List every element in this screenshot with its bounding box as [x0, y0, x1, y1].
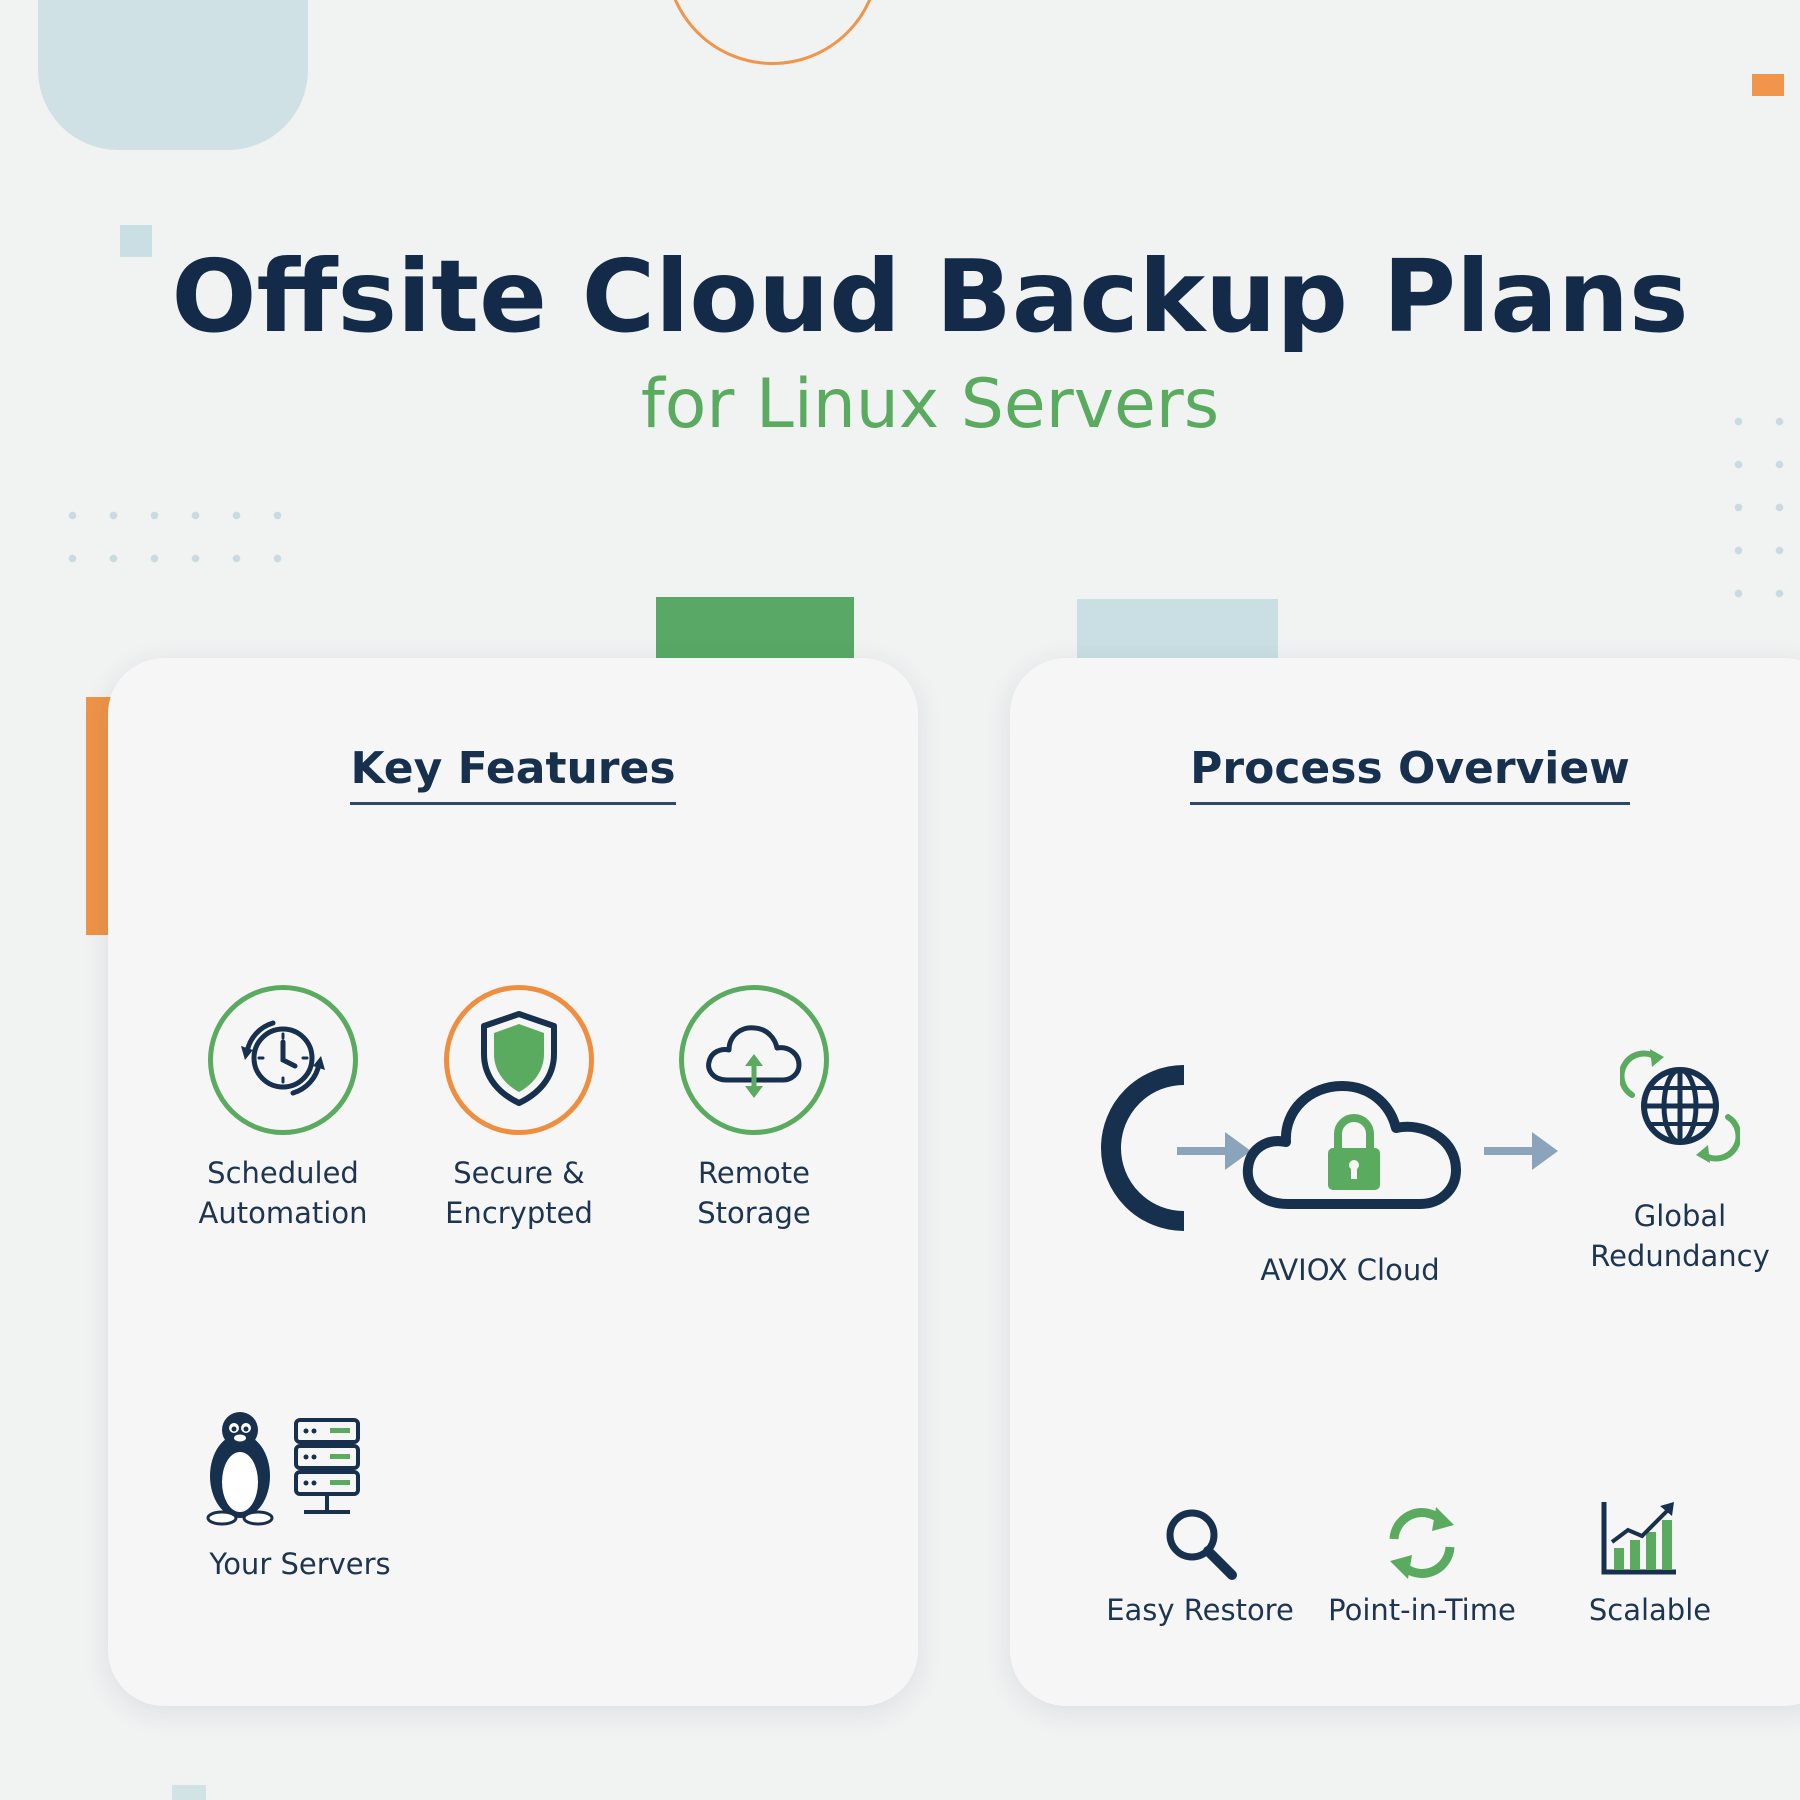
cloud-label: AVIOX Cloud [1260, 1253, 1440, 1287]
linux-server-icon [200, 1408, 400, 1528]
decorative-square [1752, 74, 1784, 96]
feature-label: Scheduled Automation [173, 1153, 393, 1233]
feature-label-line: Remote [698, 1156, 810, 1190]
key-features-heading: Key Features [350, 743, 676, 805]
decorative-blob [38, 0, 308, 150]
page-title: Offsite Cloud Backup Plans [171, 238, 1689, 355]
feature-secure-encrypted: Secure & Encrypted [409, 985, 629, 1233]
redundancy-label: Global Redundancy [1555, 1196, 1800, 1276]
card-tab-accent [1077, 599, 1278, 661]
cloud-lock-icon [1238, 1058, 1468, 1228]
process-heading-wrap: Process Overview [1010, 743, 1800, 805]
redundancy-label-line: Global [1633, 1199, 1727, 1233]
feature-label-line: Secure & [453, 1156, 585, 1190]
globe-sync-icon [1618, 1043, 1742, 1173]
magnifier-icon [1160, 1503, 1240, 1583]
benefit-label: Point-in-Time [1328, 1593, 1516, 1627]
feature-ring [679, 985, 829, 1135]
cloud-transfer-icon [699, 1008, 809, 1112]
process-overview-card: Process Overview AVIOX Cloud Global Redu… [1010, 658, 1800, 1706]
decorative-ring [665, 0, 880, 65]
process-overview-heading: Process Overview [1190, 743, 1630, 805]
page-subtitle: for Linux Servers [640, 365, 1220, 444]
feature-label-line: Scheduled [207, 1156, 359, 1190]
feature-label: Remote Storage [644, 1153, 864, 1233]
feature-scheduled-automation: Scheduled Automation [173, 985, 393, 1233]
feature-label-line: Automation [198, 1196, 368, 1230]
feature-label-line: Storage [697, 1196, 811, 1230]
feature-ring [208, 985, 358, 1135]
refresh-icon [1380, 1501, 1464, 1585]
feature-remote-storage: Remote Storage [644, 985, 864, 1233]
benefit-label: Scalable [1588, 1593, 1712, 1627]
feature-label: Secure & Encrypted [409, 1153, 629, 1233]
bar-chart-icon [1600, 1498, 1680, 1578]
feature-ring [444, 985, 594, 1135]
key-features-card: Key Features Scheduled Automation Secure… [108, 658, 918, 1706]
clock-sync-icon [233, 1008, 333, 1112]
decorative-dot-grid [52, 494, 282, 594]
card-tab-accent [656, 597, 854, 661]
benefit-label: Easy Restore [1106, 1593, 1294, 1627]
servers-label: Your Servers [209, 1547, 391, 1581]
decorative-square [172, 1785, 206, 1800]
redundancy-label-line: Redundancy [1590, 1239, 1770, 1273]
feature-label-line: Encrypted [445, 1196, 593, 1230]
shield-icon [474, 1008, 564, 1112]
key-features-heading-wrap: Key Features [108, 743, 918, 805]
arrow-right-icon [1482, 1126, 1562, 1176]
